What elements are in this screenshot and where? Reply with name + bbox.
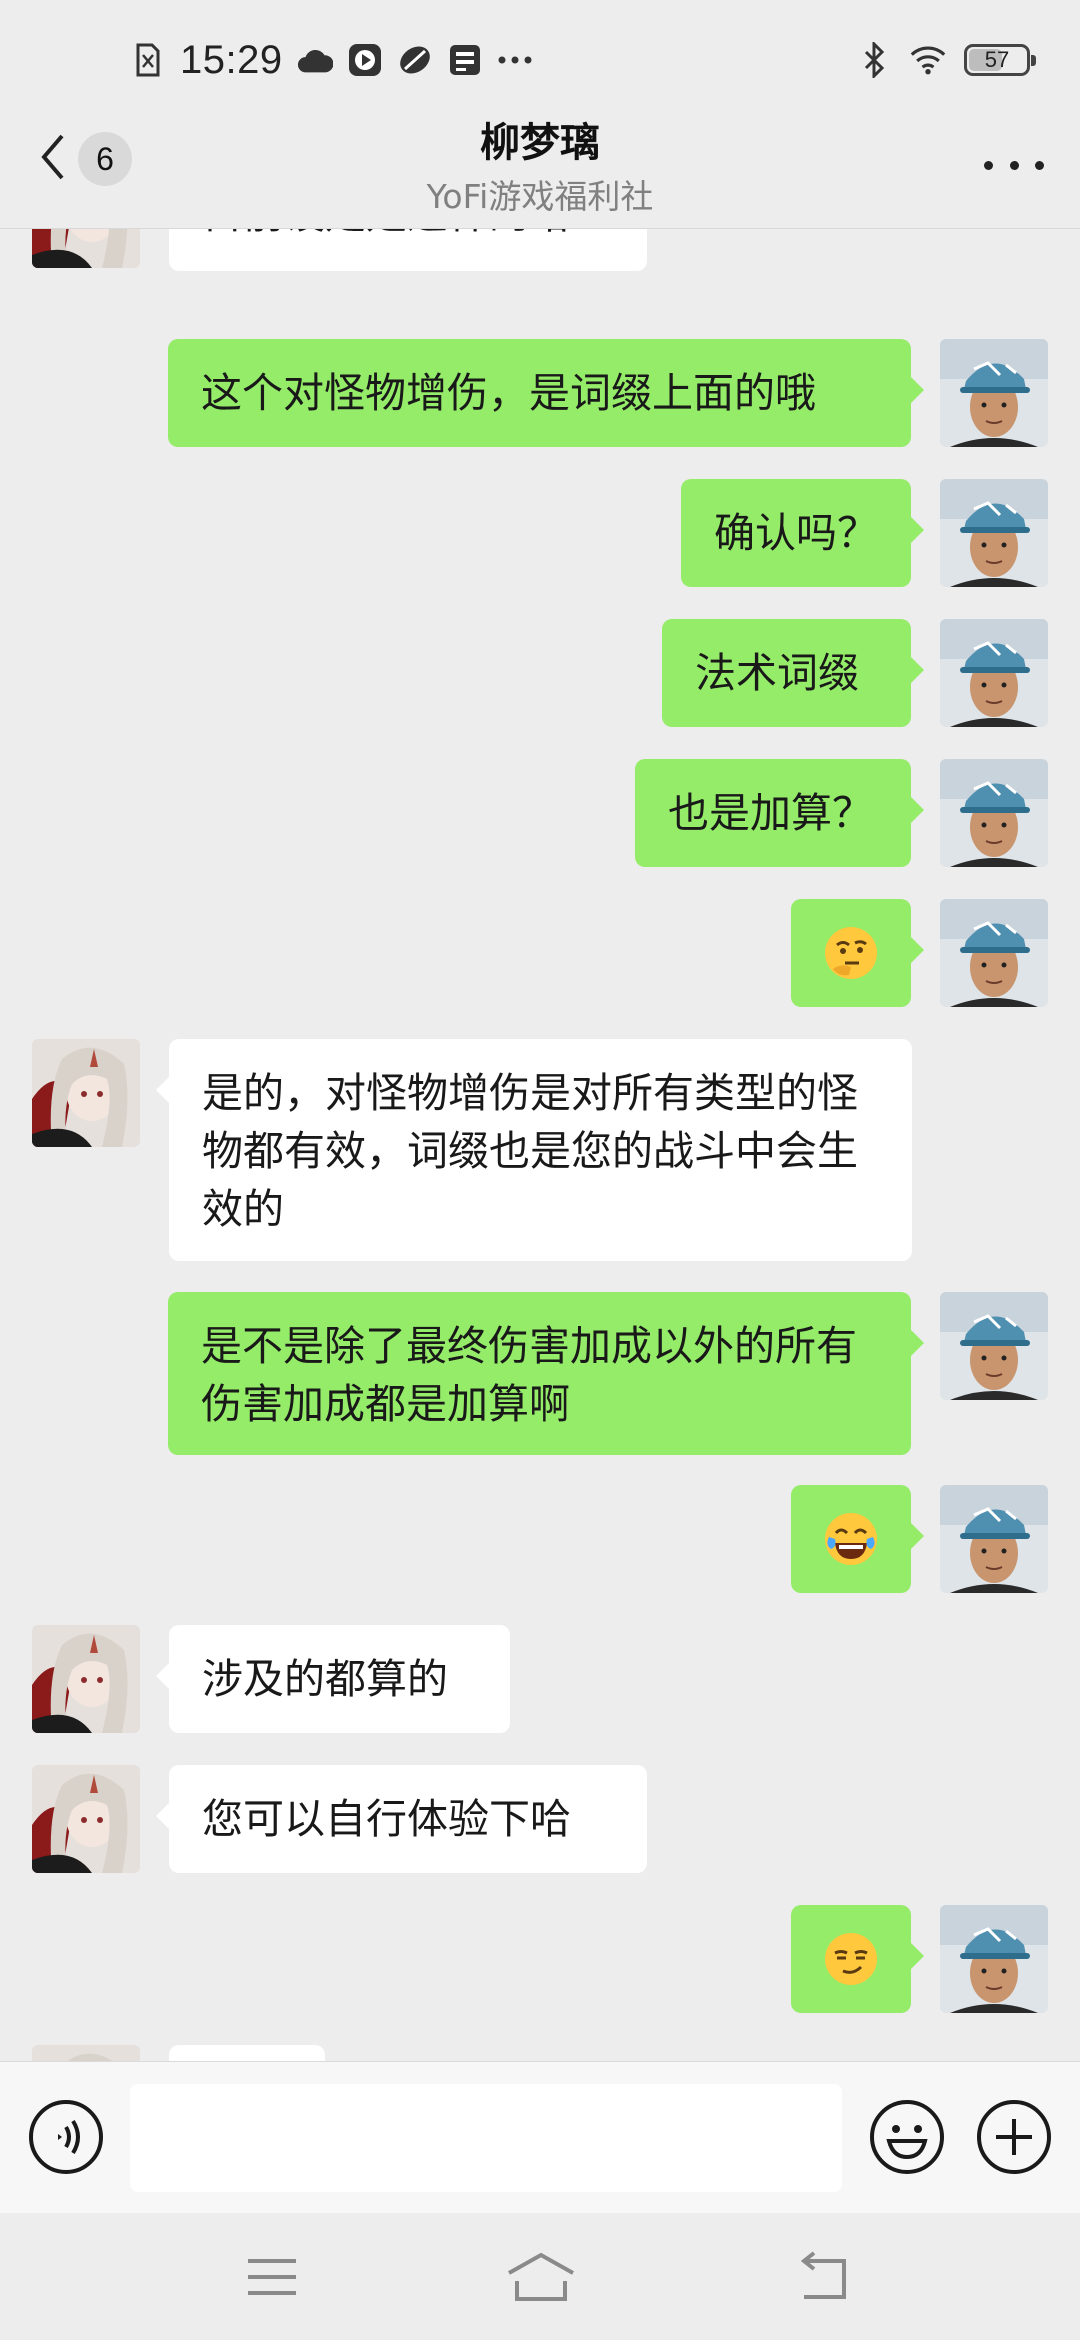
message-bubble[interactable] — [791, 1905, 924, 2013]
contact-avatar[interactable] — [32, 2045, 140, 2061]
message-bubble[interactable] — [169, 2045, 325, 2061]
message-bubble[interactable]: 目前设定是这样的哈 — [169, 229, 647, 271]
contact-avatar[interactable] — [32, 1625, 140, 1733]
message-bubble[interactable] — [791, 1485, 924, 1593]
back-nav-icon — [800, 2251, 846, 2299]
back-nav-button[interactable] — [792, 2251, 852, 2303]
message-bubble[interactable]: 涉及的都算的 — [156, 1625, 510, 1733]
leaf-icon — [397, 42, 433, 78]
plus-icon — [977, 2100, 1051, 2174]
sim-icon — [130, 42, 166, 78]
chat-header: 6 柳梦璃 YoFi游戏福利社 — [0, 110, 1080, 228]
status-bar: 15:29 57 — [0, 0, 1080, 120]
voice-button[interactable] — [28, 2099, 104, 2175]
my-avatar[interactable] — [940, 479, 1048, 587]
system-nav-bar — [0, 2213, 1080, 2340]
chat-title: 柳梦璃 — [480, 120, 600, 166]
emoji-button[interactable] — [869, 2099, 945, 2175]
battery-icon: 57 — [964, 44, 1036, 76]
cloud-icon — [297, 42, 333, 78]
message-bubble[interactable]: 您可以自行体验下哈 — [156, 1765, 647, 1873]
smirk-emoji — [825, 1933, 877, 1985]
message-bubble[interactable] — [791, 899, 924, 1007]
message-bubble[interactable]: 也是加算？ — [635, 759, 924, 867]
chat-subtitle: YoFi游戏福利社 — [426, 177, 654, 216]
voice-icon — [29, 2100, 103, 2174]
more-options-button[interactable] — [984, 140, 1044, 190]
message-input[interactable] — [130, 2084, 842, 2192]
more-actions-button[interactable] — [976, 2099, 1052, 2175]
menu-button[interactable] — [242, 2251, 302, 2303]
home-icon — [508, 2252, 574, 2301]
input-bar — [0, 2061, 1080, 2214]
message-bubble[interactable]: 这个对怪物增伤，是词缀上面的哦 — [168, 339, 924, 447]
my-avatar[interactable] — [940, 339, 1048, 447]
card-icon — [447, 42, 483, 78]
tears-of-joy-emoji — [825, 1513, 877, 1565]
my-avatar[interactable] — [940, 1292, 1048, 1400]
message-bubble[interactable]: 确认吗？ — [681, 479, 924, 587]
wifi-icon — [910, 42, 946, 78]
clock: 15:29 — [180, 37, 283, 82]
contact-avatar[interactable] — [32, 229, 140, 268]
home-button[interactable] — [505, 2251, 577, 2303]
my-avatar[interactable] — [940, 1485, 1048, 1593]
bluetooth-icon — [856, 42, 892, 78]
message-bubble[interactable]: 法术词缀 — [662, 619, 924, 727]
more-dots-icon — [497, 42, 533, 78]
my-avatar[interactable] — [940, 899, 1048, 1007]
message-bubble[interactable]: 是的，对怪物增伤是对所有类型的怪物都有效，词缀也是您的战斗中会生效的 — [156, 1039, 912, 1261]
thinking-face-emoji — [825, 927, 877, 979]
message-bubble[interactable]: 是不是除了最终伤害加成以外的所有伤害加成都是加算啊 — [168, 1292, 924, 1455]
emoji-icon — [870, 2100, 944, 2174]
my-avatar[interactable] — [940, 759, 1048, 867]
contact-avatar[interactable] — [32, 1765, 140, 1873]
play-icon — [347, 42, 383, 78]
my-avatar[interactable] — [940, 619, 1048, 727]
menu-icon — [248, 2259, 296, 2295]
contact-avatar[interactable] — [32, 1039, 140, 1147]
message-list[interactable]: 目前设定是这样的哈 这个对怪物增伤，是词缀上面的哦 确认吗？ 法术词缀 也是加算… — [0, 229, 1080, 2061]
my-avatar[interactable] — [940, 1905, 1048, 2013]
